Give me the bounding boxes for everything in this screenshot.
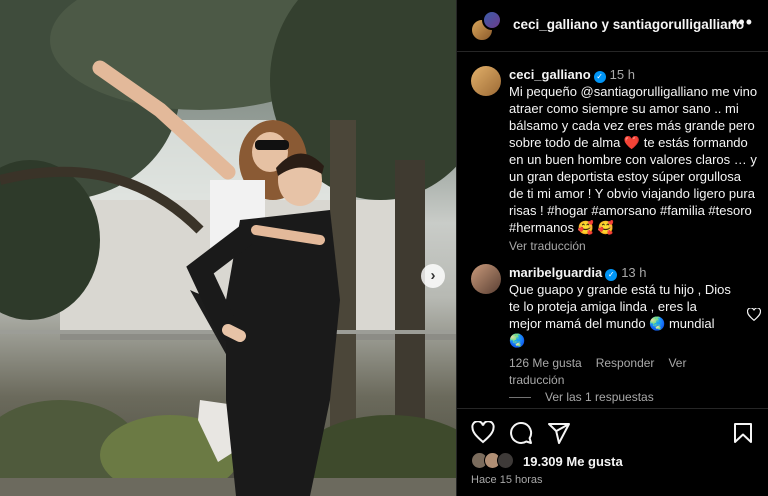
caption-username[interactable]: ceci_galliano xyxy=(509,67,591,82)
caption-translate-link[interactable]: Ver traducción xyxy=(509,239,586,253)
caption-body: ceci_galliano ✓ 15 h Mi pequeño @santiagor… xyxy=(509,66,759,255)
caption-text: Mi pequeño @santiagorulligalliano me vin… xyxy=(509,84,758,235)
comment-like-heart-icon[interactable] xyxy=(746,307,762,324)
carousel-next-button[interactable]: › xyxy=(421,264,445,288)
post-time[interactable]: Hace 15 horas xyxy=(471,474,543,486)
comment-text: Que guapo y grande está tu hijo , Dios t… xyxy=(509,282,731,348)
post-photo: › xyxy=(0,0,456,496)
post-side-panel: ceci_galliano y santiagorulligalliano ••… xyxy=(456,0,768,496)
comment-meta: 126 Me gusta Responder Ver traducción xyxy=(509,355,731,389)
bookmark-icon[interactable] xyxy=(731,421,755,445)
comment-time[interactable]: 13 h xyxy=(621,265,646,280)
comment-icon[interactable] xyxy=(509,421,533,445)
comment-likes[interactable]: 126 Me gusta xyxy=(509,356,582,370)
verified-icon: ✓ xyxy=(605,269,618,281)
view-replies-link[interactable]: Ver las 1 respuestas xyxy=(509,390,654,404)
comment-avatar[interactable] xyxy=(471,264,501,294)
comment-body: maribelguardia ✓ 13 h Que guapo y grande e… xyxy=(509,264,731,389)
reply-link[interactable]: Responder xyxy=(596,356,655,370)
caption-avatar[interactable] xyxy=(471,66,501,96)
post-header: ceci_galliano y santiagorulligalliano ••… xyxy=(457,0,768,52)
verified-icon: ✓ xyxy=(593,71,606,83)
caption-time[interactable]: 15 h xyxy=(610,67,635,82)
likers-avatars[interactable] xyxy=(471,452,521,470)
comments-section: ceci_galliano ✓ 15 h Mi pequeño @santiagor… xyxy=(457,52,768,408)
share-icon[interactable] xyxy=(547,421,571,445)
post-authors[interactable]: ceci_galliano y santiagorulligalliano xyxy=(513,17,744,32)
more-horizontal-icon[interactable]: ••• xyxy=(731,12,753,33)
heart-icon[interactable] xyxy=(471,420,495,445)
comment-username[interactable]: maribelguardia xyxy=(509,265,602,280)
photo-scene xyxy=(0,0,456,496)
caption-meta: Ver traducción xyxy=(509,238,759,255)
coauthor-avatar[interactable] xyxy=(482,10,502,30)
liker-avatar xyxy=(497,452,514,469)
likes-count[interactable]: 19.309 Me gusta xyxy=(523,454,623,469)
